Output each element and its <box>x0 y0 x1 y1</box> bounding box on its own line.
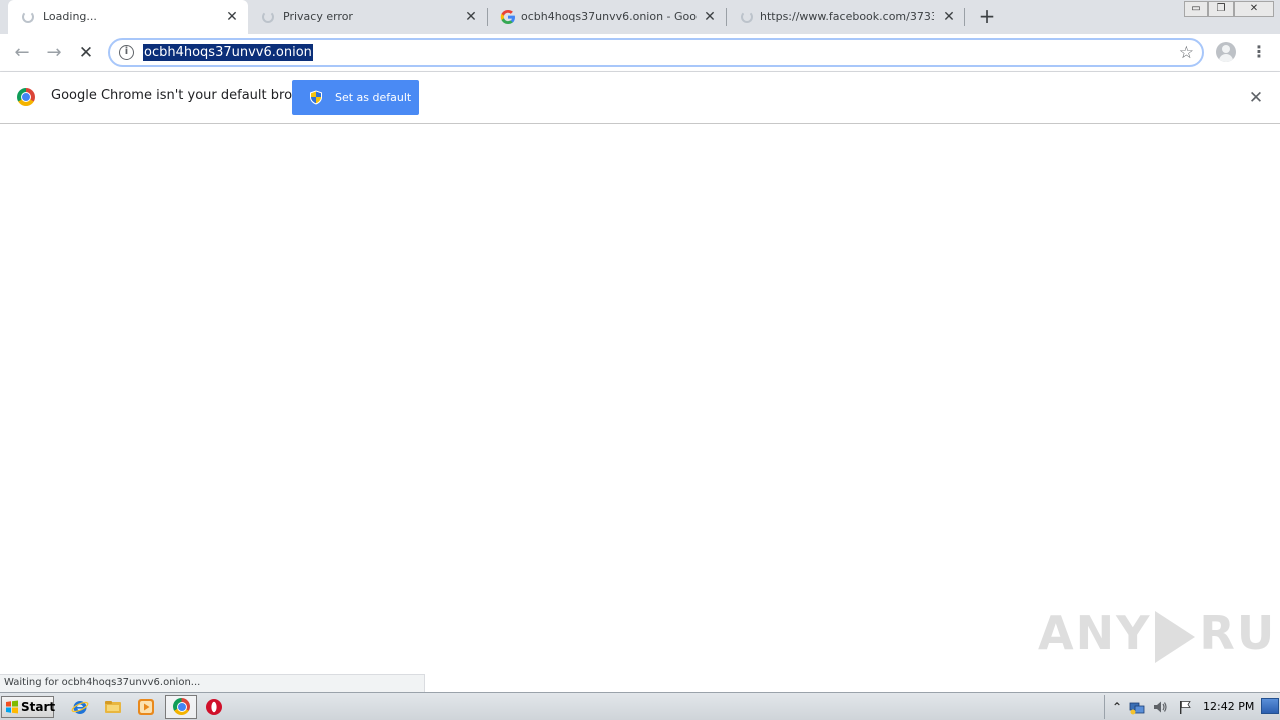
watermark-right-text: RUN <box>1199 606 1280 660</box>
chrome-menu-icon[interactable]: ⋮ <box>1250 42 1268 62</box>
system-tray: ⌃ 12:42 PM <box>1104 695 1280 719</box>
volume-icon[interactable] <box>1152 699 1168 715</box>
media-player-icon[interactable] <box>137 698 155 716</box>
new-tab-button[interactable]: + <box>977 6 997 26</box>
google-g-icon <box>500 9 516 25</box>
infobar-close-icon[interactable]: ✕ <box>1246 88 1266 108</box>
watermark-play-icon <box>1155 610 1196 663</box>
tab-close-icon[interactable]: ✕ <box>941 9 957 25</box>
forward-arrow-icon: → <box>46 42 62 63</box>
tab-loading[interactable]: Loading... ✕ <box>8 0 248 34</box>
loading-spinner-icon <box>739 9 755 25</box>
back-button[interactable]: ← <box>9 40 35 66</box>
chrome-icon <box>173 698 190 715</box>
watermark-left-text: ANY <box>1038 606 1152 660</box>
default-browser-infobar: Google Chrome isn't your default browser… <box>0 72 1280 124</box>
close-window-button[interactable]: ✕ <box>1234 1 1274 17</box>
tab-title: ocbh4hoqs37unvv6.onion - Google S <box>521 10 697 23</box>
tab-facebook[interactable]: https://www.facebook.com/373327( ✕ <box>727 0 965 34</box>
tab-close-icon[interactable]: ✕ <box>702 9 718 25</box>
tab-strip: Loading... ✕ Privacy error ✕ ocbh4hoqs37… <box>0 0 1280 34</box>
back-arrow-icon: ← <box>14 42 30 63</box>
stop-x-icon: ✕ <box>78 43 94 63</box>
opera-icon[interactable] <box>205 698 223 716</box>
set-as-default-button[interactable]: Set as default <box>292 80 419 115</box>
action-center-flag-icon[interactable] <box>1177 699 1193 715</box>
file-explorer-icon[interactable] <box>104 698 122 716</box>
restore-button[interactable]: ❐ <box>1208 1 1234 17</box>
tab-title: Loading... <box>43 10 97 23</box>
chrome-taskbar-button[interactable] <box>165 695 197 719</box>
anyrun-watermark: ANY RUN <box>1038 606 1280 663</box>
tab-title: https://www.facebook.com/373327( <box>760 10 934 23</box>
status-bubble: Waiting for ocbh4hoqs37unvv6.onion... <box>0 674 425 692</box>
windows-taskbar: Start ⌃ 12:42 PM <box>0 692 1280 720</box>
show-hidden-icons-icon[interactable]: ⌃ <box>1109 699 1125 715</box>
tab-title: Privacy error <box>283 10 353 23</box>
minimize-button[interactable]: ▭ <box>1184 1 1208 17</box>
tab-close-icon[interactable]: ✕ <box>224 9 240 25</box>
stop-loading-button[interactable]: ✕ <box>73 40 99 66</box>
network-icon[interactable] <box>1129 699 1145 715</box>
start-button[interactable]: Start <box>1 696 56 718</box>
infobar-message: Google Chrome isn't your default browser <box>51 88 323 103</box>
chrome-logo-icon <box>17 88 35 106</box>
tab-close-icon[interactable]: ✕ <box>463 9 479 25</box>
internet-explorer-icon[interactable] <box>71 698 89 716</box>
omnibox-url-text[interactable]: ocbh4hoqs37unvv6.onion <box>143 44 313 61</box>
start-label: Start <box>21 700 56 714</box>
tab-google-search[interactable]: ocbh4hoqs37unvv6.onion - Google S ✕ <box>488 0 726 34</box>
windows-flag-icon <box>6 700 18 714</box>
loading-spinner-icon <box>260 9 276 25</box>
uac-shield-icon <box>310 90 322 105</box>
set-as-default-label: Set as default <box>335 91 412 104</box>
omnibox[interactable]: i ocbh4hoqs37unvv6.onion ☆ <box>108 38 1204 67</box>
tab-privacy-error[interactable]: Privacy error ✕ <box>248 0 488 34</box>
page-content: ANY RUN Waiting for ocbh4hoqs37unvv6.onio… <box>0 124 1280 692</box>
browser-toolbar: ← → ✕ i ocbh4hoqs37unvv6.onion ☆ ⋮ <box>0 34 1280 72</box>
profile-avatar-icon[interactable] <box>1216 42 1236 62</box>
show-desktop-icon[interactable] <box>1261 698 1279 714</box>
site-info-icon[interactable]: i <box>119 45 134 60</box>
forward-button[interactable]: → <box>41 40 67 66</box>
taskbar-clock[interactable]: 12:42 PM <box>1203 700 1254 713</box>
tab-separator <box>964 8 965 26</box>
loading-spinner-icon <box>20 9 36 25</box>
bookmark-star-icon[interactable]: ☆ <box>1179 43 1194 63</box>
